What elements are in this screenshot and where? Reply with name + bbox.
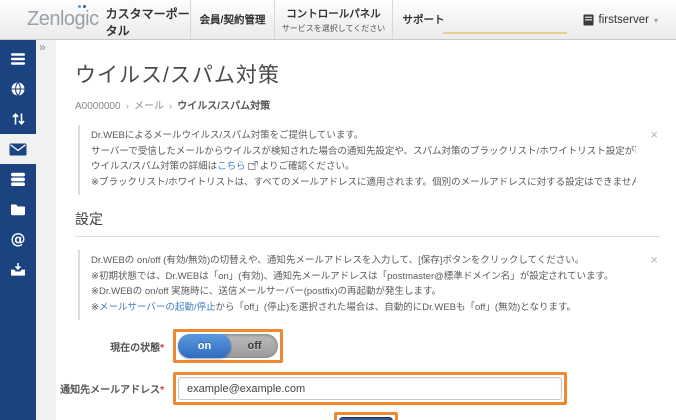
sidebar-item-menu[interactable] (0, 44, 36, 74)
breadcrumb: A0000000 › メール › ウイルス/スパム対策 (75, 97, 676, 112)
close-icon[interactable]: × (650, 128, 658, 141)
database-icon (11, 172, 25, 186)
chevron-down-icon: ▾ (653, 16, 658, 25)
logo-dots-icon (77, 5, 86, 8)
toggle-off-button[interactable]: off (231, 334, 278, 358)
mail-icon (9, 143, 27, 155)
external-link-icon (247, 161, 258, 170)
menu-icon (11, 53, 25, 65)
settings-note-line2: ※初期状態では、Dr.WEBは「on」(有効)、通知先メールアドレスは「post… (91, 270, 614, 282)
zenlogic-logo[interactable]: Zenlogic カスタマーポータル (0, 0, 190, 39)
details-link[interactable]: こちら (217, 161, 246, 172)
breadcrumb-item-mail[interactable]: メール (134, 101, 164, 112)
email-input[interactable] (178, 377, 562, 400)
chevron-separator-icon: › (125, 101, 129, 112)
intro-note-line3: ウイルス/スパム対策の詳細はこちら よりご確認ください。 (91, 161, 355, 172)
logo-text: Zenlogic (27, 5, 99, 31)
highlight-save: 保存 (334, 412, 398, 420)
intro-note-line2: サーバーで受信したメールからウイルスが検知された場合の通知先設定や、スパム対策の… (91, 145, 636, 157)
sidebar-item-inbox[interactable] (0, 254, 36, 284)
at-icon: @ (10, 230, 26, 248)
portal-label: カスタマーポータル (105, 7, 190, 38)
breadcrumb-item-current: ウイルス/スパム対策 (177, 101, 271, 112)
toggle-on-button[interactable]: on (178, 334, 231, 358)
sidebar-item-at[interactable]: @ (0, 224, 36, 254)
sidebar-item-transfer[interactable] (0, 104, 36, 134)
required-asterisk: * (160, 385, 164, 396)
settings-note-line4: ※メールサーバーの起動/停止から「off」(停止)を選択された場合は、自動的にD… (91, 301, 576, 313)
sidebar-item-database[interactable] (0, 164, 36, 194)
sidebar-gutter (36, 40, 56, 420)
save-row: 保存 (56, 412, 676, 420)
close-icon[interactable]: × (650, 253, 658, 266)
main-content: ウイルス/スパム対策 A0000000 › メール › ウイルス/スパム対策 × Dr.… (56, 40, 676, 420)
sidebar-item-folder[interactable] (0, 194, 36, 224)
sidebar: @ (0, 40, 36, 420)
sidebar-item-mail[interactable] (0, 134, 36, 164)
highlight-toggle: on off (173, 329, 283, 363)
page-title: ウイルス/スパム対策 (75, 64, 280, 87)
intro-note-box: × Dr.WEBによるメールウイルス/スパム対策をご提供しています。 サーバーで… (78, 125, 662, 195)
nav-underline (443, 32, 567, 34)
app-window: Zenlogic カスタマーポータル 会員/契約管理 コントロールパネル サービ… (0, 0, 676, 420)
nav-item-control-panel[interactable]: コントロールパネル サービスを選択してください (274, 0, 392, 39)
chevron-separator-icon: › (168, 101, 173, 112)
email-label: 通知先メールアドレス* (60, 385, 164, 396)
status-row: 現在の状態* on off (56, 329, 676, 363)
sidebar-item-globe[interactable] (0, 74, 36, 104)
top-header: Zenlogic カスタマーポータル 会員/契約管理 コントロールパネル サービ… (0, 0, 676, 40)
folder-icon (11, 204, 25, 215)
status-label: 現在の状態* (110, 342, 164, 354)
intro-note-line1: Dr.WEBによるメールウイルス/スパム対策をご提供しています。 (91, 130, 364, 141)
mail-server-link[interactable]: メールサーバーの起動/停止 (99, 302, 216, 313)
inbox-icon (11, 262, 25, 276)
highlight-email (173, 372, 567, 405)
server-icon (583, 14, 593, 25)
on-off-toggle[interactable]: on off (178, 334, 278, 358)
settings-heading: 設定 (75, 209, 660, 237)
globe-icon (11, 82, 25, 96)
settings-note-line3: ※Dr.WEBの on/off 実施時に、送信メールサーバー(postfix)の… (91, 286, 442, 297)
settings-note-line1: Dr.WEBの on/off (有効/無効)の切替えや、通知先メールアドレスを入… (91, 255, 585, 266)
sidebar-expand-button[interactable]: » (39, 40, 46, 54)
settings-note-box: × Dr.WEBの on/off (有効/無効)の切替えや、通知先メールアドレス… (78, 250, 662, 320)
email-row: 通知先メールアドレス* (56, 372, 676, 405)
required-asterisk: * (160, 342, 164, 354)
account-menu[interactable]: firstserver ▾ (583, 0, 676, 39)
breadcrumb-item-account[interactable]: A0000000 (75, 101, 121, 112)
intro-note-line4: ※ブラックリスト/ホワイトリストは、すべてのメールアドレスに適用されます。個別の… (91, 176, 636, 188)
nav-item-membership[interactable]: 会員/契約管理 (190, 0, 274, 39)
transfer-arrows-icon (11, 113, 25, 125)
